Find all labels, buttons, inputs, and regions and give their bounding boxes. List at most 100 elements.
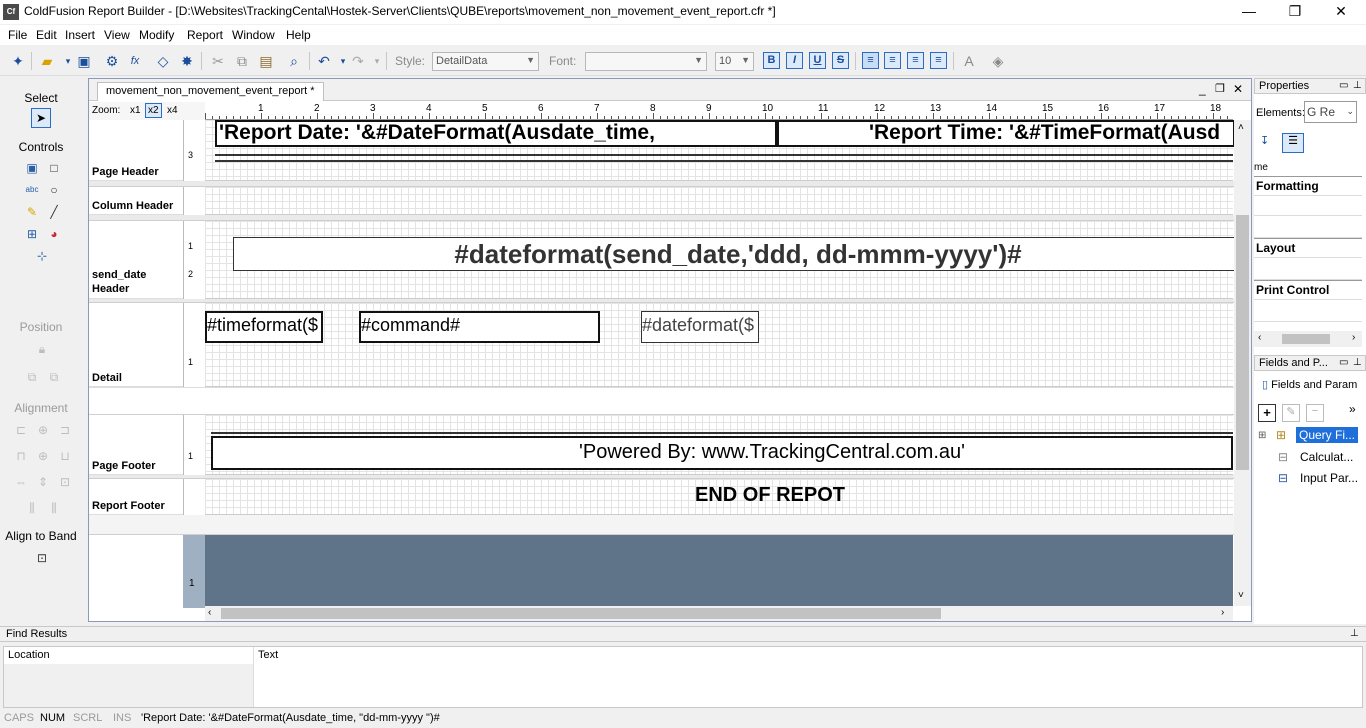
copy-icon[interactable]: ⧉ bbox=[232, 51, 252, 71]
align-right-icon[interactable]: ≡ bbox=[907, 52, 924, 69]
send-date-field[interactable]: #dateformat(send_date,'ddd, dd-mmm-yyyy'… bbox=[233, 237, 1234, 271]
menu-help[interactable]: Help bbox=[286, 28, 311, 42]
bold-button[interactable]: B bbox=[763, 52, 780, 69]
properties-hscrollbar[interactable]: ‹ › bbox=[1254, 331, 1362, 347]
send-back-icon[interactable]: ⧉ bbox=[24, 369, 40, 385]
find-results-list[interactable]: Location Text bbox=[3, 646, 1363, 708]
layout-section[interactable]: Layout bbox=[1254, 238, 1362, 258]
pin-icon[interactable]: ⊥ bbox=[1350, 628, 1359, 639]
space-horizontal-icon[interactable]: ⫼ bbox=[24, 500, 40, 516]
end-of-report-text[interactable]: END OF REPOT bbox=[625, 484, 915, 507]
horizontal-scroll-thumb[interactable] bbox=[221, 608, 941, 619]
column-text[interactable]: Text bbox=[254, 647, 1362, 664]
property-row[interactable] bbox=[1254, 300, 1362, 322]
column-location[interactable]: Location bbox=[4, 647, 254, 664]
align-middle-icon[interactable]: ⊕ bbox=[35, 448, 51, 464]
align-bottom-icon[interactable]: ⊔ bbox=[57, 448, 73, 464]
scroll-right-icon[interactable]: › bbox=[1221, 607, 1224, 618]
sort-az-icon[interactable]: ↧ bbox=[1260, 134, 1278, 152]
minimize-button[interactable]: — bbox=[1226, 0, 1272, 24]
menu-modify[interactable]: Modify bbox=[139, 28, 174, 42]
ellipse-control-icon[interactable]: ○ bbox=[46, 182, 62, 198]
edit-icon[interactable]: ✎ bbox=[1282, 404, 1300, 422]
menu-report[interactable]: Report bbox=[187, 28, 223, 42]
page-header-band[interactable]: 'Report Date: '&#DateFormat(Ausdate_time… bbox=[205, 120, 1234, 181]
fields-tab[interactable]: ▯ Fields and Param bbox=[1262, 378, 1357, 391]
crosshair-icon[interactable]: ⊹ bbox=[34, 248, 50, 264]
underline-button[interactable]: U bbox=[809, 52, 826, 69]
open-folder-icon[interactable]: ▰ bbox=[37, 51, 57, 71]
redo-dropdown-icon[interactable]: ▾ bbox=[367, 51, 387, 71]
band-divider[interactable] bbox=[89, 515, 1234, 535]
dropdown-icon[interactable]: ▭ bbox=[1339, 79, 1348, 93]
fill-color-icon[interactable]: ◈ bbox=[988, 51, 1008, 71]
bring-front-icon[interactable]: ⧉ bbox=[46, 369, 62, 385]
line-control-icon[interactable]: ╱ bbox=[46, 204, 62, 220]
categorized-icon[interactable]: ☰ bbox=[1282, 133, 1304, 153]
paste-icon[interactable]: ▤ bbox=[256, 51, 276, 71]
italic-button[interactable]: I bbox=[786, 52, 803, 69]
formatting-section[interactable]: Formatting bbox=[1254, 176, 1362, 196]
align-top-icon[interactable]: ⊓ bbox=[13, 448, 29, 464]
tree-calculated-fields[interactable]: Calculat... bbox=[1300, 450, 1353, 464]
align-justify-icon[interactable]: ≡ bbox=[930, 52, 947, 69]
doc-close-icon[interactable]: ✕ bbox=[1233, 82, 1243, 96]
align-left-icon[interactable]: ≡ bbox=[862, 52, 879, 69]
timeformat-field[interactable]: #timeformat($ bbox=[205, 311, 323, 343]
report-date-field[interactable]: 'Report Date: '&#DateFormat(Ausdate_time… bbox=[215, 120, 777, 147]
menu-view[interactable]: View bbox=[104, 28, 130, 42]
font-size-select[interactable]: 10 ▼ bbox=[715, 52, 754, 71]
undo-icon[interactable]: ↶ bbox=[314, 51, 334, 71]
doc-minimize-icon[interactable]: _ bbox=[1199, 82, 1206, 96]
redo-icon[interactable]: ↷ bbox=[348, 51, 368, 71]
scroll-left-icon[interactable]: ‹ bbox=[1258, 332, 1261, 343]
powered-by-field[interactable]: 'Powered By: www.TrackingCentral.com.au' bbox=[211, 436, 1233, 470]
style-select[interactable]: DetailData ▼ bbox=[432, 52, 539, 71]
code-icon[interactable]: ◇ bbox=[153, 51, 173, 71]
property-row[interactable] bbox=[1254, 196, 1362, 216]
rectangle-control-icon[interactable]: □ bbox=[46, 160, 62, 176]
same-size-icon[interactable]: ⊡ bbox=[57, 474, 73, 490]
zoom-x1-button[interactable]: x1 bbox=[130, 105, 141, 116]
wizard-icon[interactable]: ✸ bbox=[177, 51, 197, 71]
document-tab[interactable]: movement_non_movement_event_report * bbox=[97, 82, 324, 101]
cut-icon[interactable]: ✂ bbox=[208, 51, 228, 71]
more-icon[interactable]: » bbox=[1349, 402, 1356, 416]
function-icon[interactable]: fx bbox=[125, 51, 145, 71]
select-pointer-icon[interactable]: ➤ bbox=[31, 108, 51, 128]
send-date-header-band[interactable]: #dateformat(send_date,'ddd, dd-mmm-yyyy'… bbox=[205, 221, 1234, 299]
report-footer-band[interactable]: END OF REPOT bbox=[205, 479, 1233, 515]
band-divider[interactable] bbox=[89, 387, 1234, 415]
command-field[interactable]: #command# bbox=[359, 311, 600, 343]
font-select[interactable]: ▼ bbox=[585, 52, 707, 71]
pin-icon[interactable]: ⊥ bbox=[1353, 79, 1362, 93]
save-icon[interactable]: ▣ bbox=[74, 51, 94, 71]
restore-button[interactable]: ❐ bbox=[1272, 0, 1318, 24]
query-field-icon[interactable]: ✎ bbox=[24, 204, 40, 220]
new-file-icon[interactable]: ✦ bbox=[8, 51, 28, 71]
scroll-left-icon[interactable]: ‹ bbox=[208, 607, 211, 618]
doc-restore-icon[interactable]: ❐ bbox=[1215, 82, 1225, 95]
print-control-section[interactable]: Print Control bbox=[1254, 280, 1362, 300]
horizontal-scrollbar[interactable]: ‹ › bbox=[205, 606, 1233, 621]
lock-icon[interactable]: 🔒︎ bbox=[34, 341, 50, 357]
align-left-edge-icon[interactable]: ⊏ bbox=[13, 422, 29, 438]
find-icon[interactable]: ⌕ bbox=[284, 51, 304, 71]
remove-icon[interactable]: − bbox=[1306, 404, 1324, 422]
menu-window[interactable]: Window bbox=[232, 28, 275, 42]
tree-query-fields[interactable]: Query Fi... bbox=[1296, 427, 1359, 443]
detail-band[interactable]: #timeformat($ #command# #dateformat($ bbox=[205, 303, 1233, 387]
pin-icon[interactable]: ⊥ bbox=[1353, 356, 1362, 370]
zoom-x4-button[interactable]: x4 bbox=[167, 105, 178, 116]
text-control-icon[interactable]: abc bbox=[24, 182, 40, 198]
report-time-field[interactable]: 'Report Time: '&#TimeFormat(Ausd bbox=[777, 120, 1234, 147]
query-icon[interactable]: ⚙ bbox=[102, 51, 122, 71]
close-button[interactable]: ✕ bbox=[1318, 0, 1364, 24]
property-row[interactable] bbox=[1254, 216, 1362, 238]
elements-select[interactable]: G Re ⌄ bbox=[1304, 101, 1357, 123]
subreport-icon[interactable]: ⊞ bbox=[24, 226, 40, 242]
align-to-band-icon[interactable]: ⊡ bbox=[34, 550, 50, 566]
space-vertical-icon[interactable]: ⫼ bbox=[46, 500, 62, 516]
dropdown-icon[interactable]: ▭ bbox=[1339, 356, 1348, 370]
scroll-thumb[interactable] bbox=[1282, 334, 1330, 344]
